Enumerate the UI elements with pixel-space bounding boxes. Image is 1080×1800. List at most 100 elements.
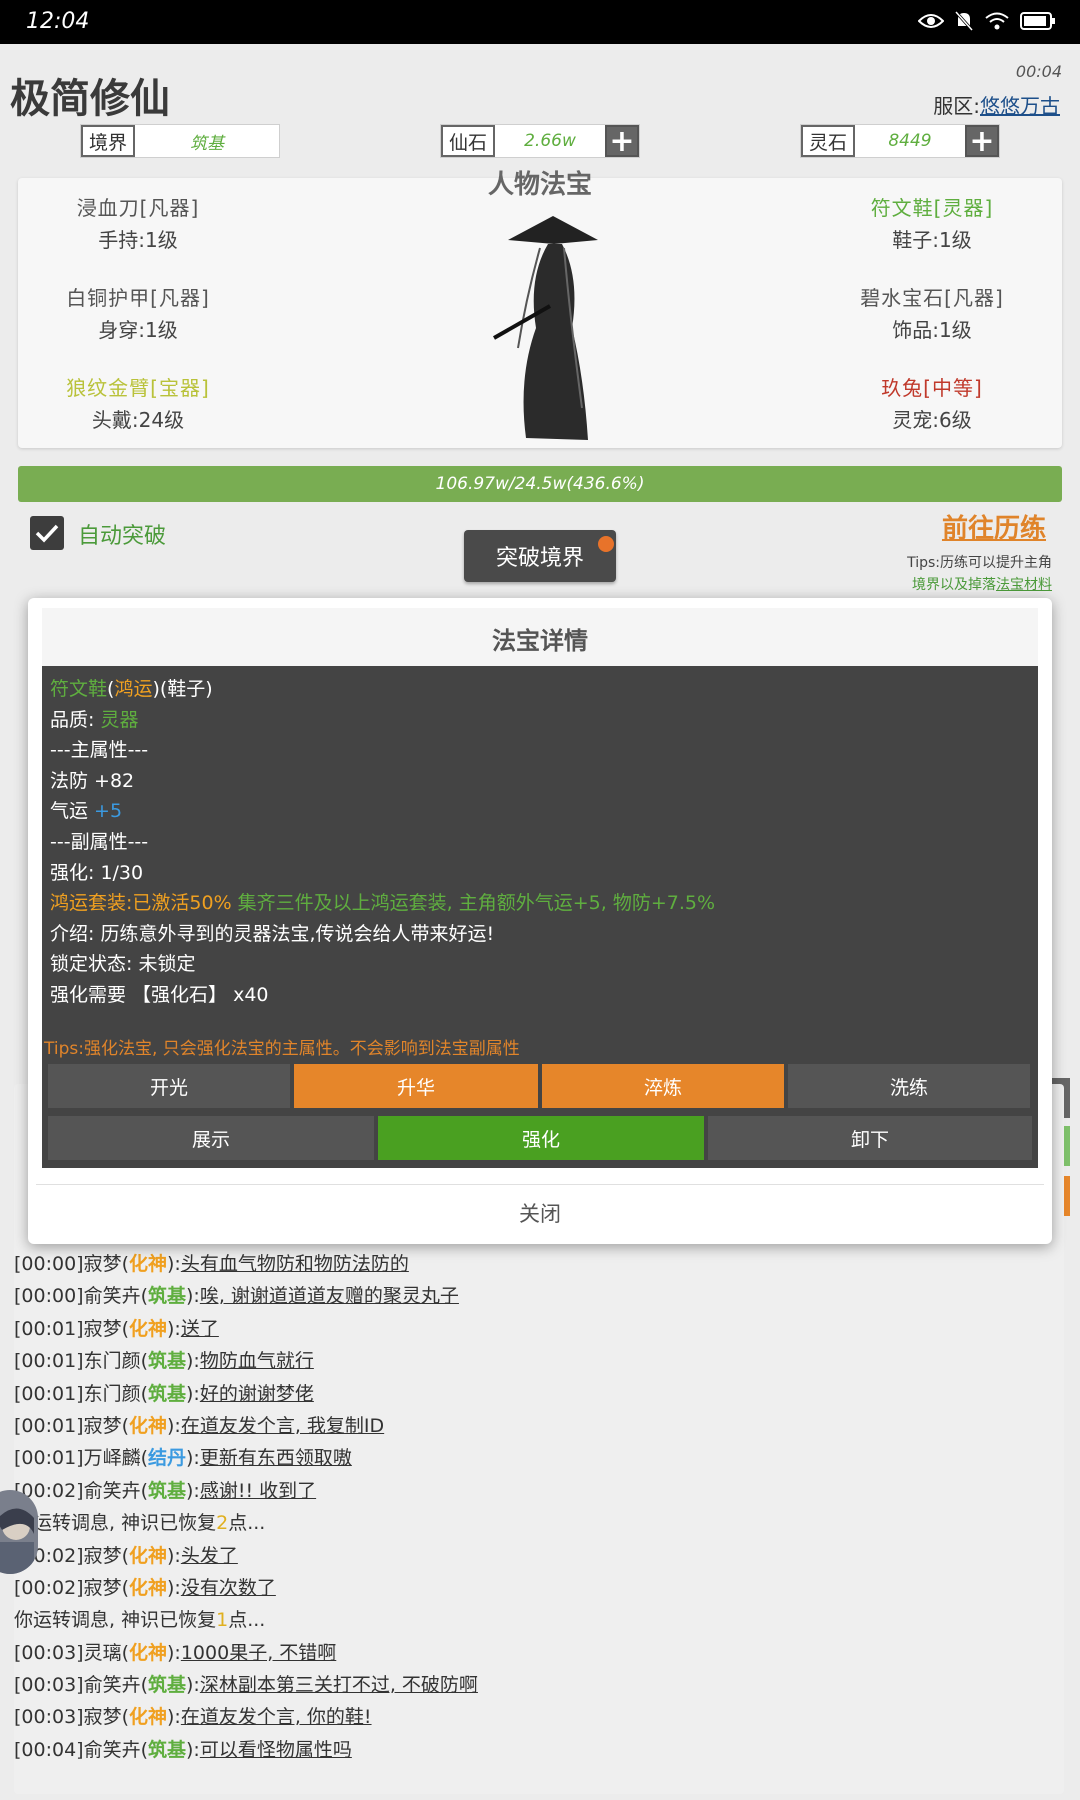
chat-message[interactable]: 物防血气就行: [200, 1350, 314, 1372]
server-label: 服区:: [933, 94, 980, 118]
chat-realm: 化神: [129, 1253, 168, 1275]
chat-message[interactable]: 在道友发个言, 你的鞋!: [181, 1706, 372, 1728]
chat-message[interactable]: 深林副本第三关打不过, 不破防啊: [200, 1674, 478, 1696]
chat-realm: 化神: [129, 1317, 168, 1340]
realm-label: 境界: [81, 125, 135, 157]
ling-stone-add-button[interactable]: +: [965, 124, 999, 159]
chat-line: 你运转调息, 神识已恢复2点...: [14, 1507, 478, 1539]
equip-name: 碧水宝石[凡器]: [860, 286, 1004, 310]
tips-line-2b: 法宝材料: [996, 577, 1052, 593]
chat-line: [00:03]灵璃(化神):1000果子, 不错啊: [14, 1637, 478, 1669]
chat-separator: ):: [167, 1414, 181, 1437]
sublimate-button[interactable]: 升华: [294, 1064, 538, 1108]
detail-line: 法防 +82: [50, 766, 1030, 797]
chat-realm: 化神: [129, 1641, 168, 1664]
chat-separator: ):: [186, 1285, 200, 1308]
realm-value: 筑基: [190, 133, 224, 154]
equip-slot-armor[interactable]: 白铜护甲[凡器] 身穿:1级: [38, 282, 238, 346]
chat-message[interactable]: 感谢!! 收到了: [200, 1480, 316, 1502]
chat-message[interactable]: 没有次数了: [181, 1577, 276, 1599]
chat-line: [00:02]寂梦(化神):头发了: [14, 1540, 478, 1572]
chat-message[interactable]: 好的谢谢梦佬: [200, 1383, 314, 1405]
notification-dot: [598, 536, 614, 552]
equip-name: 浸血刀[凡器]: [76, 196, 200, 220]
consecrate-button[interactable]: 开光: [48, 1064, 290, 1108]
xian-stone-add-button[interactable]: +: [605, 124, 639, 159]
detail-segment: 强化: 1/30: [50, 861, 144, 884]
detail-segment: )(鞋子): [152, 678, 213, 700]
chat-message[interactable]: 1000果子, 不错啊: [181, 1642, 336, 1664]
auto-breakthrough-label[interactable]: 自动突破: [78, 518, 166, 550]
breakthrough-button[interactable]: 突破境界: [464, 530, 616, 582]
server-selector[interactable]: 服区:悠悠万古: [933, 90, 1060, 119]
chat-line: [00:01]东门颜(筑基):物防血气就行: [14, 1345, 478, 1377]
equipment-panel: 人物法宝 浸血刀[凡器] 手持:1级 白铜护甲[凡器] 身穿:1级 狼纹金臂[宝…: [18, 170, 1062, 448]
chat-message[interactable]: 在道友发个言, 我复制ID: [181, 1415, 384, 1437]
floating-avatar[interactable]: [0, 1490, 38, 1574]
equip-name: 符文鞋[灵器]: [870, 196, 994, 220]
tips-line-2a: 境界以及掉落: [912, 577, 996, 593]
detail-line: 鸿运套装:已激活50% 集齐三件及以上鸿运套装, 主角额外气运+5, 物防+7.…: [50, 888, 1030, 919]
chat-separator: ):: [167, 1706, 181, 1729]
app-title: 极简修仙: [10, 76, 170, 122]
equip-slot-pet[interactable]: 玖兔[中等] 灵宠:6级: [832, 372, 1032, 436]
tips-line-2: 境界以及掉落法宝材料: [852, 574, 1052, 596]
chat-realm: 筑基: [148, 1382, 187, 1405]
chat-message[interactable]: 更新有东西领取嗷: [200, 1447, 352, 1469]
chat-sender: [00:04]俞笑卉(: [14, 1738, 148, 1761]
character-figure: [493, 216, 598, 440]
detail-line: 品质: 灵器: [50, 705, 1030, 736]
modal-tips: Tips:强化法宝, 只会强化法宝的主属性。不会影响到法宝副属性: [44, 1039, 520, 1059]
chat-log: [00:00]寂梦(化神):头有血气物防和物防法防的 [00:00]俞笑卉(筑基)…: [14, 1248, 478, 1766]
chat-message[interactable]: 头发了: [181, 1545, 238, 1567]
chat-separator: ):: [186, 1382, 200, 1405]
xian-stone-value: 2.66w: [524, 131, 576, 151]
chat-message[interactable]: 送了: [181, 1318, 219, 1340]
detail-segment: 鸿运: [114, 678, 153, 700]
temper-button[interactable]: 淬炼: [542, 1064, 784, 1108]
mute-icon: [954, 11, 974, 31]
auto-breakthrough-checkbox[interactable]: [30, 516, 64, 550]
goto-training-link[interactable]: 前往历练: [942, 508, 1046, 545]
chat-line: [00:02]寂梦(化神):没有次数了: [14, 1572, 478, 1604]
detail-segment: +5: [94, 800, 123, 823]
chat-sender: [00:01]东门颜(: [14, 1382, 148, 1405]
chat-line: [00:01]寂梦(化神):在道友发个言, 我复制ID: [14, 1410, 478, 1442]
chat-message[interactable]: 唉, 谢谢道道道友赠的聚灵丸子: [200, 1285, 459, 1307]
artifact-details: 符文鞋(鸿运)(鞋子) 品质: 灵器 ---主属性--- 法防 +82 气运 +5 ---…: [50, 674, 1030, 1011]
chat-separator: ):: [167, 1544, 181, 1567]
enhance-button[interactable]: 强化: [378, 1116, 704, 1160]
system-text: 点...: [228, 1609, 266, 1632]
chat-message[interactable]: 可以看怪物属性吗: [200, 1739, 352, 1761]
training-tips: Tips:历练可以提升主角 境界以及掉落法宝材料: [852, 552, 1052, 596]
equip-level: 鞋子:1级: [892, 228, 972, 252]
detail-segment: 符文鞋: [50, 678, 108, 700]
equip-level: 饰品:1级: [892, 318, 972, 342]
server-name[interactable]: 悠悠万古: [980, 94, 1060, 118]
chat-line: [00:01]寂梦(化神):送了: [14, 1313, 478, 1345]
equip-slot-weapon[interactable]: 浸血刀[凡器] 手持:1级: [38, 192, 238, 256]
chat-sender: [00:01]寂梦(: [14, 1414, 129, 1437]
close-button[interactable]: 关闭: [36, 1184, 1044, 1240]
system-number: 2: [216, 1512, 229, 1535]
refine-button[interactable]: 洗练: [788, 1064, 1030, 1108]
chat-message[interactable]: 头有血气物防和物防法防的: [181, 1253, 409, 1275]
chat-sender: [00:01]寂梦(: [14, 1317, 129, 1340]
chat-line: [00:00]俞笑卉(筑基):唉, 谢谢道道道友赠的聚灵丸子: [14, 1280, 478, 1312]
system-text: 你运转调息, 神识已恢复: [14, 1512, 217, 1535]
chat-realm: 筑基: [148, 1674, 187, 1697]
ling-stone-label: 灵石: [801, 125, 855, 157]
equip-name: 白铜护甲[凡器]: [66, 286, 210, 310]
chat-line: [00:01]万峄麟(结丹):更新有东西领取嗷: [14, 1442, 478, 1474]
unequip-button[interactable]: 卸下: [708, 1116, 1032, 1160]
chat-sender: [00:00]寂梦(: [14, 1253, 129, 1275]
detail-segment: 法防 +82: [50, 769, 135, 792]
equip-slot-shoes[interactable]: 符文鞋[灵器] 鞋子:1级: [832, 192, 1032, 256]
showcase-button[interactable]: 展示: [48, 1116, 374, 1160]
chat-separator: ):: [186, 1738, 200, 1761]
equip-slot-head[interactable]: 狼纹金臂[宝器] 头戴:24级: [38, 372, 238, 436]
detail-line: 介绍: 历练意外寻到的灵器法宝,传说会给人带来好运!: [50, 919, 1030, 950]
equip-level: 灵宠:6级: [892, 408, 972, 432]
chat-realm: 化神: [129, 1706, 168, 1729]
equip-slot-accessory[interactable]: 碧水宝石[凡器] 饰品:1级: [832, 282, 1032, 346]
